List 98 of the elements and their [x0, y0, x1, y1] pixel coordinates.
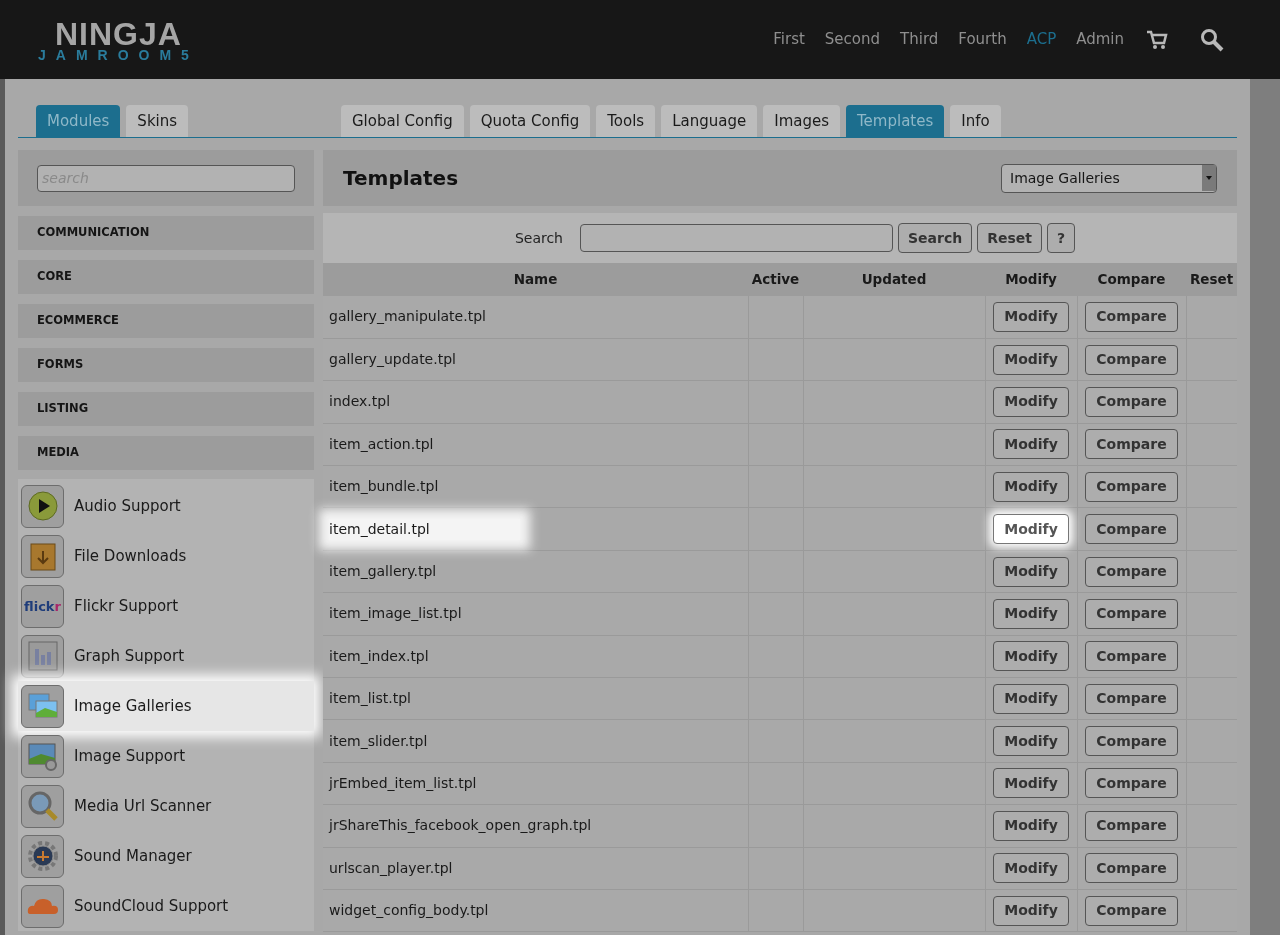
column-header: Updated [803, 263, 985, 296]
toolbar-button[interactable]: Search [898, 223, 973, 253]
compare-button[interactable]: Compare [1085, 471, 1178, 502]
column-header: Name [323, 263, 748, 296]
nav-link[interactable]: Third [900, 28, 939, 51]
compare-button[interactable]: Compare [1085, 810, 1178, 841]
modify-button[interactable]: Modify [993, 471, 1069, 502]
modify-button[interactable]: Modify [993, 853, 1069, 884]
nav-link[interactable]: Fourth [958, 28, 1007, 51]
compare-button[interactable]: Compare [1085, 344, 1178, 375]
compare-button[interactable]: Compare [1085, 726, 1178, 757]
template-name: item_list.tpl [329, 690, 411, 707]
template-name: item_detail.tpl [329, 518, 520, 540]
cart-icon[interactable] [1146, 29, 1168, 50]
column-header: Compare [1077, 263, 1186, 296]
bar-chart-icon [27, 641, 58, 671]
template-name: item_image_list.tpl [329, 605, 462, 622]
module-item[interactable]: Image Galleries [18, 681, 314, 731]
flickr-logo: flickr [24, 599, 61, 613]
template-name: item_bundle.tpl [329, 478, 439, 495]
compare-button[interactable]: Compare [1085, 386, 1178, 417]
category-header[interactable]: MEDIA [18, 436, 314, 470]
template-name: gallery_update.tpl [329, 351, 456, 368]
template-name: gallery_manipulate.tpl [329, 308, 486, 325]
category-header[interactable]: COMMUNICATION [18, 216, 314, 250]
compare-button[interactable]: Compare [1085, 853, 1178, 884]
tab[interactable]: Skins [126, 105, 189, 137]
template-name: item_index.tpl [329, 647, 429, 664]
template-name: jrEmbed_item_list.tpl [329, 775, 477, 791]
category-header[interactable]: FORMS [18, 348, 314, 382]
module-item[interactable]: flickr Flickr Support [18, 581, 314, 631]
template-name: widget_config_body.tpl [329, 902, 489, 919]
template-name: item_gallery.tpl [329, 563, 437, 580]
tab[interactable]: Images [763, 105, 840, 137]
modify-button[interactable]: Modify [993, 514, 1069, 545]
module-item[interactable]: SoundCloud Support [18, 881, 314, 931]
modify-button[interactable]: Modify [993, 810, 1069, 841]
toolbar-button[interactable]: Reset [977, 223, 1042, 253]
search-label: Search [514, 228, 563, 248]
modify-button[interactable]: Modify [993, 556, 1069, 587]
modify-button[interactable]: Modify [993, 726, 1069, 757]
compare-button[interactable]: Compare [1085, 429, 1178, 460]
compare-button[interactable]: Compare [1085, 895, 1178, 926]
module-item[interactable]: Sound Manager [18, 831, 314, 881]
template-search-field[interactable] [580, 224, 893, 252]
panel-header: Templates Image Galleries [323, 150, 1237, 206]
modify-button[interactable]: Modify [993, 598, 1069, 629]
nav-link[interactable]: ACP [1026, 28, 1057, 51]
template-name: jrShareThis_facebook_open_graph.tpl [329, 817, 592, 834]
tab[interactable]: Info [950, 105, 1001, 137]
compare-button[interactable]: Compare [1085, 683, 1178, 714]
module-item[interactable]: Graph Support [18, 631, 314, 681]
compare-button[interactable]: Compare [1085, 556, 1178, 587]
picture-gear-icon [26, 741, 59, 771]
nav-link[interactable]: Admin [1076, 28, 1124, 51]
nav-link[interactable]: Second [824, 28, 881, 51]
compare-button[interactable]: Compare [1085, 768, 1178, 799]
play-icon [26, 490, 59, 522]
module-item[interactable]: Audio Support [18, 481, 314, 531]
compare-button[interactable]: Compare [1085, 641, 1178, 672]
gear-icon [26, 840, 59, 872]
tab[interactable]: Tools [596, 105, 656, 137]
modify-button[interactable]: Modify [993, 683, 1069, 714]
toolbar-button[interactable]: ? [1047, 223, 1076, 253]
template-name: item_action.tpl [329, 435, 434, 452]
modify-button[interactable]: Modify [993, 386, 1069, 417]
modify-button[interactable]: Modify [993, 641, 1069, 672]
modify-button[interactable]: Modify [993, 768, 1069, 799]
module-item[interactable]: File Downloads [18, 531, 314, 581]
modify-button[interactable]: Modify [993, 344, 1069, 375]
category-header[interactable]: CORE [18, 260, 314, 294]
template-name: index.tpl [329, 393, 391, 410]
column-header: Modify [985, 263, 1077, 296]
column-header: Reset [1186, 263, 1237, 296]
pictures-icon [26, 691, 59, 721]
module-item[interactable]: Image Support [18, 731, 314, 781]
category-header[interactable]: ECOMMERCE [18, 304, 314, 338]
template-name: urlscan_player.tpl [329, 859, 453, 876]
category-header[interactable]: LISTING [18, 392, 314, 426]
modify-button[interactable]: Modify [993, 429, 1069, 460]
template-name: item_slider.tpl [329, 732, 428, 749]
compare-button[interactable]: Compare [1085, 301, 1178, 332]
tab[interactable]: Global Config [341, 105, 464, 137]
tab[interactable]: Quota Config [469, 105, 591, 137]
magnifier-icon [26, 790, 59, 822]
module-dropdown[interactable]: Image Galleries [1001, 163, 1217, 193]
modify-button[interactable]: Modify [993, 895, 1069, 926]
box-icon [27, 540, 58, 572]
compare-button[interactable]: Compare [1085, 514, 1178, 545]
column-header: Active [748, 263, 803, 296]
modify-button[interactable]: Modify [993, 301, 1069, 332]
site-logo[interactable]: NINGJA JAMROOM5 [38, 17, 199, 62]
search-icon[interactable] [1200, 27, 1224, 52]
nav-link[interactable]: First [773, 28, 805, 51]
compare-button[interactable]: Compare [1085, 598, 1178, 629]
dropdown-caret-icon [1202, 165, 1216, 191]
tab[interactable]: Language [661, 105, 758, 137]
module-item[interactable]: Media Url Scanner [18, 781, 314, 831]
